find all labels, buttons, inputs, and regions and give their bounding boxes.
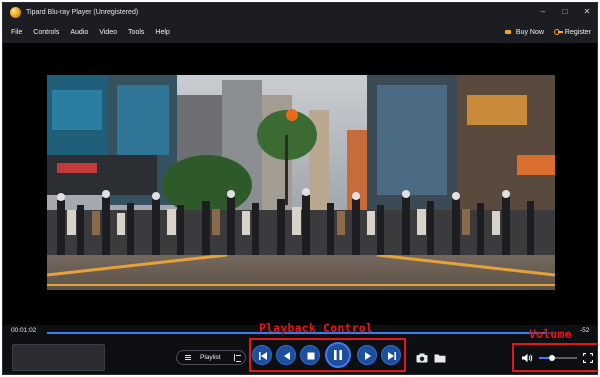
elapsed-time: 00:01:02 bbox=[11, 327, 37, 334]
thumbnail-preview bbox=[12, 344, 105, 371]
title-bar: Tipard Blu-ray Player (Unregistered) – □… bbox=[3, 3, 597, 21]
app-logo-icon bbox=[10, 6, 21, 18]
remaining-time: -52 bbox=[580, 327, 590, 334]
register-label: Register bbox=[564, 28, 591, 36]
sort-list-icon[interactable] bbox=[234, 354, 241, 362]
menu-bar: File Controls Audio Video Tools Help Buy… bbox=[3, 21, 597, 43]
playlist-label: Playlist bbox=[200, 354, 221, 361]
open-folder-icon[interactable] bbox=[434, 353, 446, 363]
buy-now-button[interactable]: Buy Now bbox=[504, 29, 544, 36]
minimize-button[interactable]: – bbox=[539, 3, 547, 21]
buy-now-label: Buy Now bbox=[515, 28, 544, 36]
menu-video[interactable]: Video bbox=[99, 29, 117, 36]
volume-annotation: Volume bbox=[529, 327, 572, 341]
menu-help[interactable]: Help bbox=[155, 29, 169, 36]
close-button[interactable]: ✕ bbox=[583, 3, 591, 21]
video-stage[interactable] bbox=[3, 43, 597, 325]
menu-tools[interactable]: Tools bbox=[128, 29, 144, 36]
maximize-button[interactable]: □ bbox=[561, 3, 569, 21]
cart-icon bbox=[504, 29, 513, 36]
video-frame[interactable] bbox=[47, 75, 555, 290]
playback-control-annotation: Playback Control bbox=[259, 321, 373, 335]
street-scene-image bbox=[47, 75, 555, 290]
menu-audio[interactable]: Audio bbox=[70, 29, 88, 36]
key-icon bbox=[553, 28, 563, 36]
playback-control-highlight bbox=[249, 338, 406, 372]
window-title: Tipard Blu-ray Player (Unregistered) bbox=[26, 8, 139, 16]
snapshot-camera-icon[interactable] bbox=[416, 353, 428, 363]
menu-controls[interactable]: Controls bbox=[33, 29, 59, 36]
volume-highlight bbox=[512, 343, 597, 372]
register-button[interactable]: Register bbox=[553, 28, 591, 36]
menu-file[interactable]: File bbox=[11, 29, 22, 36]
player-window: Tipard Blu-ray Player (Unregistered) – □… bbox=[2, 2, 598, 375]
playlist-button[interactable]: Playlist bbox=[176, 350, 246, 365]
list-icon bbox=[185, 355, 191, 360]
